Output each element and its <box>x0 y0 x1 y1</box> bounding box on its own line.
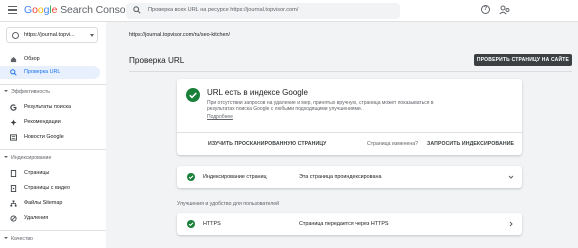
pages-icon <box>10 170 17 177</box>
sidebar-item-pages[interactable]: Страницы <box>0 167 100 180</box>
sidebar-item-url-inspection[interactable]: Проверка URL <box>0 66 100 79</box>
top-bar: Google Search Console Проверка всех URL … <box>0 0 578 22</box>
index-status-card: URL есть в индексе Google При отсутствии… <box>177 79 522 155</box>
news-icon <box>10 134 17 141</box>
sparkle-icon <box>10 119 17 126</box>
sitemap-icon <box>10 200 17 207</box>
product-name: Search Console <box>60 4 134 16</box>
sidebar-item-video-pages[interactable]: Страницы с видео <box>0 182 100 195</box>
test-live-url-button[interactable]: ПРОВЕРИТЬ СТРАНИЦУ НА САЙТЕ <box>474 54 572 66</box>
enhancements-heading: Улучшения и удобство для пользователей <box>177 201 280 207</box>
property-label: https://journal.topvi... <box>24 32 75 38</box>
chevron-right-icon[interactable] <box>507 220 515 228</box>
search-icon <box>133 6 141 14</box>
search-input[interactable]: Проверка всех URL на ресурсе https://jou… <box>126 3 400 19</box>
section-quality[interactable]: Качество <box>4 236 33 242</box>
learn-more-link[interactable]: Подробнее <box>207 114 233 120</box>
view-crawled-page-button[interactable]: ИЗУЧИТЬ ПРОСКАНИРОВАННУЮ СТРАНИЦУ <box>208 141 327 147</box>
page-indexing-row[interactable]: Индексирование страниц Эта страница прои… <box>177 166 522 188</box>
sidebar-item-sitemaps[interactable]: Файлы Sitemap <box>0 197 100 210</box>
https-row[interactable]: HTTPS Страница передается через HTTPS <box>177 213 522 235</box>
google-g-icon <box>10 104 17 111</box>
section-performance[interactable]: Эффективность <box>4 89 50 95</box>
title-divider <box>129 71 572 72</box>
home-icon <box>10 56 17 63</box>
sidebar-divider <box>0 149 106 150</box>
sidebar: https://journal.topvi... Обзор Проверка … <box>0 22 106 248</box>
video-pages-icon <box>10 185 17 192</box>
sidebar-item-overview[interactable]: Обзор <box>0 53 100 66</box>
index-status-heading: URL есть в индексе Google <box>207 88 308 97</box>
card-divider <box>177 132 522 133</box>
globe-icon <box>12 32 19 39</box>
sidebar-item-google-news[interactable]: Новости Google <box>0 131 100 144</box>
page-indexing-value: Эта страница проиндексирована <box>299 174 382 180</box>
sidebar-item-search-results[interactable]: Результаты поиска <box>0 101 100 114</box>
page-changed-text: Страница изменена? <box>367 141 419 147</box>
page-title: Проверка URL <box>129 56 185 65</box>
https-label: HTTPS <box>203 221 221 227</box>
manage-users-icon[interactable] <box>499 5 511 15</box>
https-value: Страница передается через HTTPS <box>299 221 389 227</box>
chevron-down-icon <box>90 34 94 37</box>
chevron-down-icon[interactable] <box>507 173 515 181</box>
menu-icon[interactable] <box>8 6 17 15</box>
check-circle-icon <box>187 173 195 181</box>
sidebar-divider <box>0 84 106 85</box>
page-indexing-label: Индексирование страниц <box>203 174 267 180</box>
sidebar-item-removals[interactable]: Удаления <box>0 212 100 225</box>
section-indexing[interactable]: Индексирование <box>4 155 51 161</box>
search-placeholder: Проверка всех URL на ресурсе https://jou… <box>148 6 299 13</box>
search-console-logo[interactable]: Google Search Console <box>24 4 134 16</box>
sidebar-divider <box>0 230 106 231</box>
property-selector[interactable]: https://journal.topvi... <box>6 27 98 43</box>
sidebar-item-recommendations[interactable]: Рекомендации <box>0 116 100 129</box>
check-circle-icon <box>186 88 200 102</box>
removals-icon <box>10 215 17 222</box>
request-indexing-button[interactable]: ЗАПРОСИТЬ ИНДЕКСИРОВАНИЕ <box>427 141 514 147</box>
chevron-down-icon <box>4 237 8 239</box>
help-icon[interactable]: ? <box>481 5 490 14</box>
check-circle-icon <box>187 220 195 228</box>
index-status-description: При отсутствии запросов на удаление и ме… <box>207 100 434 112</box>
chevron-down-icon <box>4 156 8 158</box>
chevron-down-icon <box>4 90 8 92</box>
inspected-url: https://journal.topvisor.com/ru/seo-kitc… <box>129 32 230 38</box>
search-icon <box>10 69 17 76</box>
